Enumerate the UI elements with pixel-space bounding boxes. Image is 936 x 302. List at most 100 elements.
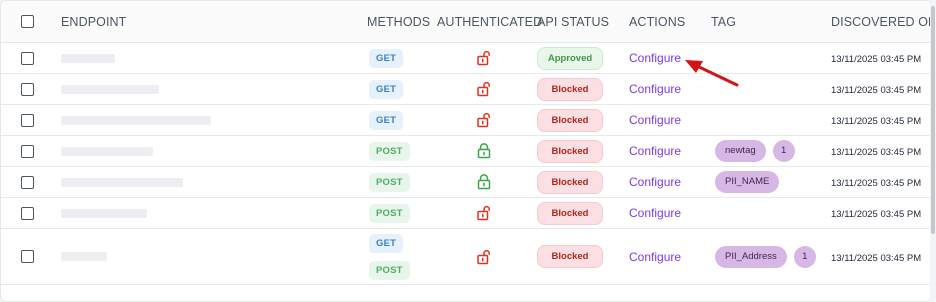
lock-closed-icon xyxy=(477,174,491,190)
tag-cell: PII_NAME xyxy=(711,167,831,198)
configure-link[interactable]: Configure xyxy=(623,144,681,158)
configure-link[interactable]: Configure xyxy=(623,82,681,96)
configure-link[interactable]: Configure xyxy=(623,206,681,220)
row-checkbox[interactable] xyxy=(21,83,34,96)
methods-cell: GET xyxy=(367,105,437,136)
row-checkbox[interactable] xyxy=(21,52,34,65)
method-badge: POST xyxy=(369,261,410,280)
row-checkbox[interactable] xyxy=(21,250,34,263)
methods-cell: GET POST xyxy=(367,229,437,285)
endpoint-cell[interactable] xyxy=(51,136,367,167)
table-row[interactable]: GET Blocked Configure 13/11/2025 03:45 P… xyxy=(1,105,932,136)
discovered-date: 13/11/2025 03:45 PM xyxy=(831,54,921,65)
methods-cell xyxy=(367,285,437,302)
endpoint-cell[interactable] xyxy=(51,105,367,136)
header-methods[interactable]: METHODS xyxy=(367,1,437,43)
lock-open-icon xyxy=(477,249,491,265)
select-all-checkbox[interactable] xyxy=(21,15,34,28)
table-row[interactable]: POST Blocked Configure PII_NAME 13/11/20… xyxy=(1,167,932,198)
endpoint-redacted xyxy=(61,209,147,218)
api-status-cell: Blocked xyxy=(537,74,623,105)
method-badge: POST xyxy=(369,142,410,161)
tag-cell xyxy=(711,285,831,302)
configure-link[interactable]: Configure xyxy=(623,51,681,65)
discovered-cell: 13/11/2025 03:45 PM xyxy=(831,167,932,198)
tag-cell: PII_Address 1 xyxy=(711,229,831,285)
api-status-cell: Blocked xyxy=(537,105,623,136)
tag-cell xyxy=(711,198,831,229)
actions-cell: Configure xyxy=(623,105,711,136)
endpoint-redacted xyxy=(61,54,115,63)
actions-cell: Configure xyxy=(623,43,711,74)
authenticated-cell xyxy=(437,167,537,198)
tag-chip[interactable]: newtag xyxy=(715,140,766,162)
discovered-date: 13/11/2025 03:45 PM xyxy=(831,116,921,127)
discovered-date: 13/11/2025 03:45 PM xyxy=(831,253,921,264)
table-row[interactable]: GET POST Blocked Configure PII_Address 1… xyxy=(1,229,932,285)
methods-cell: GET xyxy=(367,74,437,105)
configure-link[interactable]: Configure xyxy=(623,113,681,127)
api-endpoints-table: ENDPOINT METHODS AUTHENTICATED API STATU… xyxy=(1,1,932,302)
vertical-scrollbar[interactable] xyxy=(930,0,936,300)
authenticated-cell xyxy=(437,74,537,105)
tag-cell xyxy=(711,74,831,105)
status-badge: Blocked xyxy=(537,78,603,101)
header-discovered-on[interactable]: DISCOVERED ON xyxy=(831,1,932,43)
row-checkbox[interactable] xyxy=(21,207,34,220)
table-row[interactable]: GET Blocked Configure 13/11/2025 03:45 P… xyxy=(1,74,932,105)
authenticated-cell xyxy=(437,229,537,285)
configure-link[interactable]: Configure xyxy=(623,250,681,264)
endpoint-cell[interactable] xyxy=(51,198,367,229)
header-authenticated[interactable]: AUTHENTICATED xyxy=(437,1,537,43)
methods-cell: POST xyxy=(367,167,437,198)
discovered-cell: 13/11/2025 03:45 PM xyxy=(831,43,932,74)
status-badge: Approved xyxy=(537,47,603,70)
header-select-all-cell xyxy=(1,1,51,43)
row-select-cell xyxy=(1,74,51,105)
more-tags-count[interactable]: 1 xyxy=(794,246,816,268)
authenticated-cell xyxy=(437,285,537,302)
configure-link[interactable]: Configure xyxy=(623,175,681,189)
status-badge: Blocked xyxy=(537,202,603,225)
table-header-row: ENDPOINT METHODS AUTHENTICATED API STATU… xyxy=(1,1,932,43)
method-badge: POST xyxy=(369,204,410,223)
lock-open-icon xyxy=(477,205,491,221)
api-status-cell xyxy=(537,285,623,302)
discovered-cell: 13/11/2025 03:45 PM xyxy=(831,229,932,285)
api-status-cell: Blocked xyxy=(537,136,623,167)
row-select-cell xyxy=(1,136,51,167)
table-row-partial xyxy=(1,285,932,302)
discovered-cell: 13/11/2025 03:45 PM xyxy=(831,136,932,167)
tag-chip[interactable]: PII_Address xyxy=(715,246,787,268)
actions-cell xyxy=(623,285,711,302)
table-row[interactable]: GET Approved Configure 13/11/2025 03:45 … xyxy=(1,43,932,74)
endpoint-cell[interactable] xyxy=(51,167,367,198)
discovered-date: 13/11/2025 03:45 PM xyxy=(831,147,921,158)
row-select-cell xyxy=(1,285,51,302)
table-row[interactable]: POST Blocked Configure 13/11/2025 03:45 … xyxy=(1,198,932,229)
table-row[interactable]: POST Blocked Configure newtag 1 13/11/20… xyxy=(1,136,932,167)
discovered-cell: 13/11/2025 03:45 PM xyxy=(831,105,932,136)
lock-open-icon xyxy=(477,50,491,66)
scrollbar-thumb[interactable] xyxy=(931,6,935,234)
tag-cell xyxy=(711,43,831,74)
lock-closed-icon xyxy=(477,143,491,159)
method-badge: GET xyxy=(369,111,403,130)
row-checkbox[interactable] xyxy=(21,145,34,158)
row-select-cell xyxy=(1,105,51,136)
tag-cell: newtag 1 xyxy=(711,136,831,167)
endpoint-cell[interactable] xyxy=(51,229,367,285)
status-badge: Blocked xyxy=(537,245,603,268)
discovered-date: 13/11/2025 03:45 PM xyxy=(831,85,921,96)
endpoint-cell[interactable] xyxy=(51,43,367,74)
tag-chip[interactable]: PII_NAME xyxy=(715,171,779,193)
endpoint-cell[interactable] xyxy=(51,74,367,105)
row-checkbox[interactable] xyxy=(21,176,34,189)
authenticated-cell xyxy=(437,198,537,229)
methods-cell: GET xyxy=(367,43,437,74)
more-tags-count[interactable]: 1 xyxy=(773,140,795,162)
header-endpoint[interactable]: ENDPOINT xyxy=(51,1,367,43)
row-checkbox[interactable] xyxy=(21,114,34,127)
endpoint-redacted xyxy=(61,147,153,156)
header-api-status[interactable]: API STATUS xyxy=(537,1,623,43)
